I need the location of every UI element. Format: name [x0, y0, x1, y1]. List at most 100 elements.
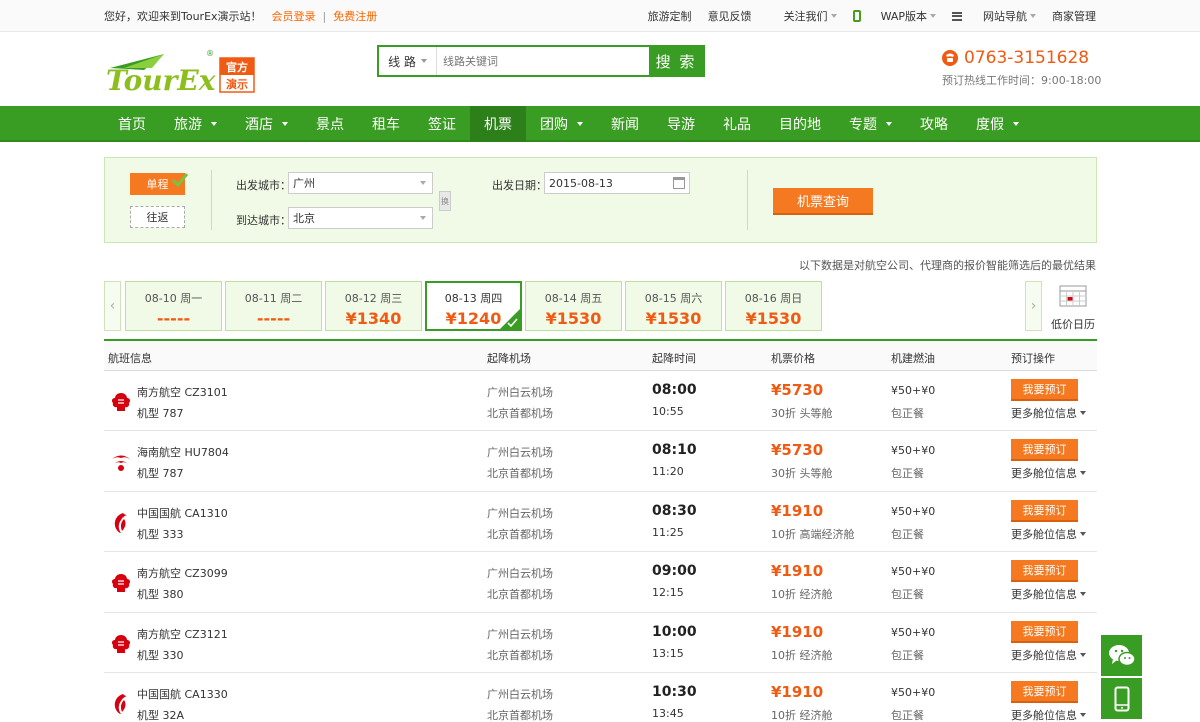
prev-dates-button[interactable]: ‹: [104, 281, 121, 331]
next-dates-button[interactable]: ›: [1025, 281, 1042, 331]
aircraft-model: 机型 32A: [137, 708, 185, 722]
chevron-down-icon: [1030, 14, 1036, 18]
book-button[interactable]: 我要预订: [1011, 379, 1078, 401]
flight-search-panel: 单程 往返 出发城市： 广州 到达城市： 北京 换 出发日期： 2015-08-…: [104, 157, 1097, 243]
col-airports: 起降机场: [487, 352, 531, 365]
depart-date-label: 出发日期：: [492, 179, 547, 192]
flight-query-button[interactable]: 机票查询: [773, 188, 873, 215]
date-cell-date: 08-13 周四: [444, 292, 503, 305]
feedback-link[interactable]: 意见反馈: [708, 8, 752, 24]
table-row: 海南航空 HU7804 机型 787 广州白云机场 北京首都机场 08:10 11:20 ¥…: [104, 431, 1097, 492]
chevron-down-icon: [886, 122, 892, 126]
china-southern-logo-icon: [111, 393, 131, 411]
ticket-price: ¥1910: [771, 682, 824, 701]
ticket-price: ¥1910: [771, 622, 824, 641]
airline-flight: 南方航空 CZ3101: [137, 386, 228, 399]
more-cabins-link[interactable]: 更多舱位信息: [1011, 586, 1086, 602]
air-china-logo-icon: [114, 512, 127, 533]
nav-item-spots[interactable]: 景点: [302, 106, 358, 142]
to-city-select[interactable]: 北京: [288, 207, 433, 229]
book-button[interactable]: 我要预订: [1011, 680, 1078, 703]
wap-menu[interactable]: WAP版本: [852, 8, 936, 24]
to-city-label: 到达城市：: [236, 214, 291, 227]
nav-item-gift[interactable]: 礼品: [709, 106, 765, 142]
chevron-down-icon: [420, 59, 427, 63]
tourex-logo[interactable]: TourEx ® 官方 演示: [104, 46, 256, 94]
swap-cities-button[interactable]: 换: [439, 191, 451, 211]
nav-item-hotel[interactable]: 酒店: [231, 106, 302, 142]
chevron-right-icon: ›: [1030, 298, 1037, 314]
one-way-tab[interactable]: 单程: [130, 173, 189, 195]
login-link[interactable]: 会员登录: [272, 8, 316, 24]
nav-item-car[interactable]: 租车: [358, 106, 414, 142]
more-cabins-link[interactable]: 更多舱位信息: [1011, 707, 1086, 722]
site-nav-menu[interactable]: 网站导航: [952, 8, 1036, 24]
aircraft-model: 机型 787: [137, 407, 184, 420]
date-cell[interactable]: 08-15 周六 ¥1530: [625, 281, 722, 331]
table-row: 南方航空 CZ3101 机型 787 广州白云机场 北京首都机场 08:00 10:55 ¥…: [104, 371, 1097, 432]
nav-item-visa[interactable]: 签证: [414, 106, 470, 142]
date-cell[interactable]: 08-10 周一 -----: [125, 281, 222, 331]
nav-item-tour[interactable]: 旅游: [160, 106, 231, 142]
round-trip-tab[interactable]: 往返: [130, 206, 185, 228]
low-price-calendar[interactable]: 低价日历: [1049, 285, 1097, 332]
col-tax: 机建燃油: [891, 352, 935, 365]
book-button[interactable]: 我要预订: [1011, 499, 1078, 522]
chevron-down-icon: [1080, 652, 1086, 657]
nav-item-strategy[interactable]: 攻略: [906, 106, 962, 142]
cabin-class: 30折 头等舱: [771, 467, 833, 481]
nav-item-news[interactable]: 新闻: [597, 106, 653, 142]
logo-reg: ®: [206, 49, 214, 58]
ticket-price: ¥5730: [771, 381, 824, 399]
nav-item-home[interactable]: 首页: [104, 106, 160, 142]
nav-label: 首页: [118, 117, 146, 133]
col-times: 起降时间: [652, 352, 696, 365]
nav-item-vacation[interactable]: 度假: [962, 106, 1033, 142]
nav-item-groupbuy[interactable]: 团购: [526, 106, 597, 142]
merchant-link[interactable]: 商家管理: [1052, 8, 1096, 24]
register-link[interactable]: 免费注册: [333, 8, 377, 24]
more-cabins-link[interactable]: 更多舱位信息: [1011, 647, 1086, 663]
date-cell-date: 08-12 周三: [344, 292, 403, 305]
nav-item-flight[interactable]: 机票: [470, 106, 526, 142]
nav-item-topic[interactable]: 专题: [835, 106, 906, 142]
header: TourEx ® 官方 演示 线 路 搜 索 0763-3151628 预订热线…: [0, 32, 1200, 106]
meal-info: 包正餐: [891, 527, 924, 541]
from-city-select[interactable]: 广州: [288, 172, 433, 194]
more-cabins-link[interactable]: 更多舱位信息: [1011, 526, 1086, 542]
more-cabins-link[interactable]: 更多舱位信息: [1011, 405, 1086, 421]
wechat-icon: [1108, 644, 1136, 666]
nav-label: 景点: [316, 117, 344, 133]
search-input[interactable]: [437, 47, 649, 75]
nav-label: 机票: [484, 117, 512, 133]
book-button[interactable]: 我要预订: [1011, 620, 1078, 643]
date-cell-selected[interactable]: 08-13 周四 ¥1240: [425, 281, 522, 331]
more-cabins-link[interactable]: 更多舱位信息: [1011, 465, 1086, 481]
nav-item-destination[interactable]: 目的地: [765, 106, 835, 142]
airline-flight: 南方航空 CZ3121: [137, 627, 228, 641]
date-cell[interactable]: 08-14 周五 ¥1530: [525, 281, 622, 331]
aircraft-model: 机型 380: [137, 588, 184, 602]
custom-tour-link[interactable]: 旅游定制: [648, 8, 692, 24]
depart-date-input[interactable]: 2015-08-13: [544, 172, 690, 194]
date-cell[interactable]: 08-12 周三 ¥1340: [325, 281, 422, 331]
mobile-button[interactable]: [1101, 678, 1142, 719]
book-button[interactable]: 我要预订: [1011, 560, 1078, 583]
search-button[interactable]: 搜 索: [649, 47, 703, 75]
chevron-down-icon: [211, 122, 217, 126]
follow-us-menu[interactable]: 关注我们: [768, 8, 837, 24]
search-type-select[interactable]: 线 路: [379, 47, 437, 75]
date-cell[interactable]: 08-16 周日 ¥1530: [725, 281, 822, 331]
calendar-icon[interactable]: [673, 177, 685, 189]
airport-fuel-tax: ¥50+¥0: [891, 384, 936, 397]
wechat-button[interactable]: [1101, 635, 1142, 676]
nav-item-guide[interactable]: 导游: [653, 106, 709, 142]
china-southern-logo-icon: [111, 634, 131, 653]
date-cell[interactable]: 08-11 周二 -----: [225, 281, 322, 331]
table-row: 南方航空 CZ3121 机型 330 广州白云机场 北京首都机场 10:00 13:15 ¥…: [104, 613, 1097, 673]
air-china-logo-icon: [114, 693, 127, 714]
date-cell-price: ¥1530: [645, 309, 702, 328]
book-button[interactable]: 我要预订: [1011, 439, 1078, 462]
nav-label: 签证: [428, 117, 456, 133]
airport-fuel-tax: ¥50+¥0: [891, 685, 936, 699]
